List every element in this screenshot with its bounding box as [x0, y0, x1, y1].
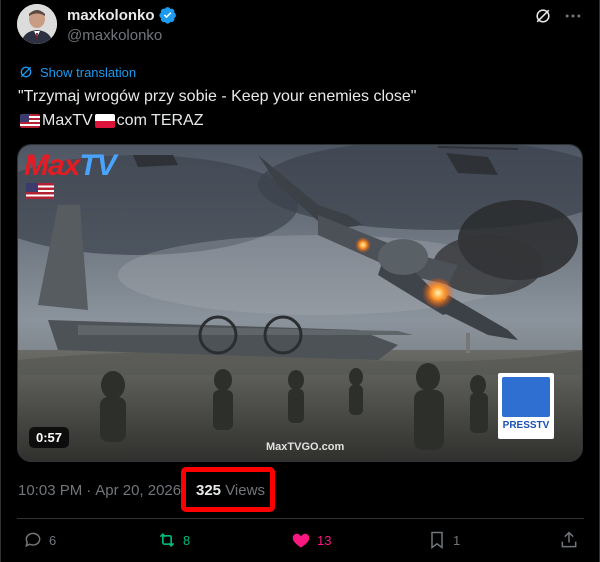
views-number: 325: [196, 482, 222, 499]
post-text-maxtv: MaxTV: [42, 112, 93, 129]
video-player[interactable]: MaxTV PRESSTV MaxTVGO.com 0:57: [17, 144, 583, 462]
repost-icon: [159, 532, 175, 548]
video-duration: 0:57: [29, 427, 70, 448]
author-handle[interactable]: @maxkolonko: [67, 27, 162, 44]
share-icon: [561, 531, 577, 548]
post-text-line1: "Trzymaj wrogów przy sobie - Keep your e…: [18, 88, 417, 105]
presstv-label: PRESSTV: [502, 420, 550, 431]
presstv-logo: PRESSTV: [498, 373, 554, 439]
divider: [17, 518, 584, 519]
poland-flag-icon: [94, 114, 115, 128]
views-label: Views: [225, 482, 265, 499]
reply-icon: [25, 532, 41, 548]
top-actions: [533, 6, 583, 26]
post-time[interactable]: 10:03 PM: [18, 482, 82, 499]
translate-icon: [20, 66, 32, 78]
reply-count: 6: [49, 532, 57, 548]
bookmark-button[interactable]: 1: [427, 530, 460, 550]
action-bar: 6 8 13 1: [23, 530, 583, 554]
us-flag-icon: [20, 114, 40, 128]
show-translation-link[interactable]: Show translation: [18, 64, 136, 80]
more-options-icon[interactable]: [563, 6, 583, 26]
show-translation-label[interactable]: Show translation: [40, 65, 136, 80]
avatar[interactable]: [17, 4, 57, 44]
share-button[interactable]: [559, 530, 579, 550]
tweet-post: maxkolonko @maxkolonko Show translation …: [0, 0, 600, 562]
author-name[interactable]: maxkolonko: [67, 7, 155, 24]
presstv-emblem: [502, 377, 550, 417]
heart-icon: [292, 533, 310, 548]
bookmark-icon: [431, 531, 443, 549]
author-name-row[interactable]: maxkolonko: [67, 6, 177, 24]
post-text-teraz: com TERAZ: [116, 112, 204, 129]
post-text-line2: MaxTV com TERAZ: [18, 111, 204, 131]
maxtv-logo: MaxTV: [24, 149, 117, 182]
post-meta: 10:03 PM · Apr 20, 2026: [18, 482, 181, 499]
video-watermark: MaxTVGO.com: [266, 441, 345, 453]
grok-icon[interactable]: [533, 6, 553, 26]
post-date[interactable]: Apr 20, 2026: [95, 482, 181, 499]
like-count: 13: [317, 532, 332, 548]
repost-count: 8: [183, 532, 191, 548]
us-flag-icon: [26, 183, 54, 199]
verified-badge-icon: [158, 7, 176, 24]
meta-separator: ·: [86, 482, 92, 499]
views-count[interactable]: 325 Views: [196, 482, 265, 499]
reply-button[interactable]: 6: [23, 530, 56, 550]
like-button[interactable]: 13: [291, 530, 331, 550]
repost-button[interactable]: 8: [157, 530, 190, 550]
bookmark-count: 1: [453, 532, 461, 548]
